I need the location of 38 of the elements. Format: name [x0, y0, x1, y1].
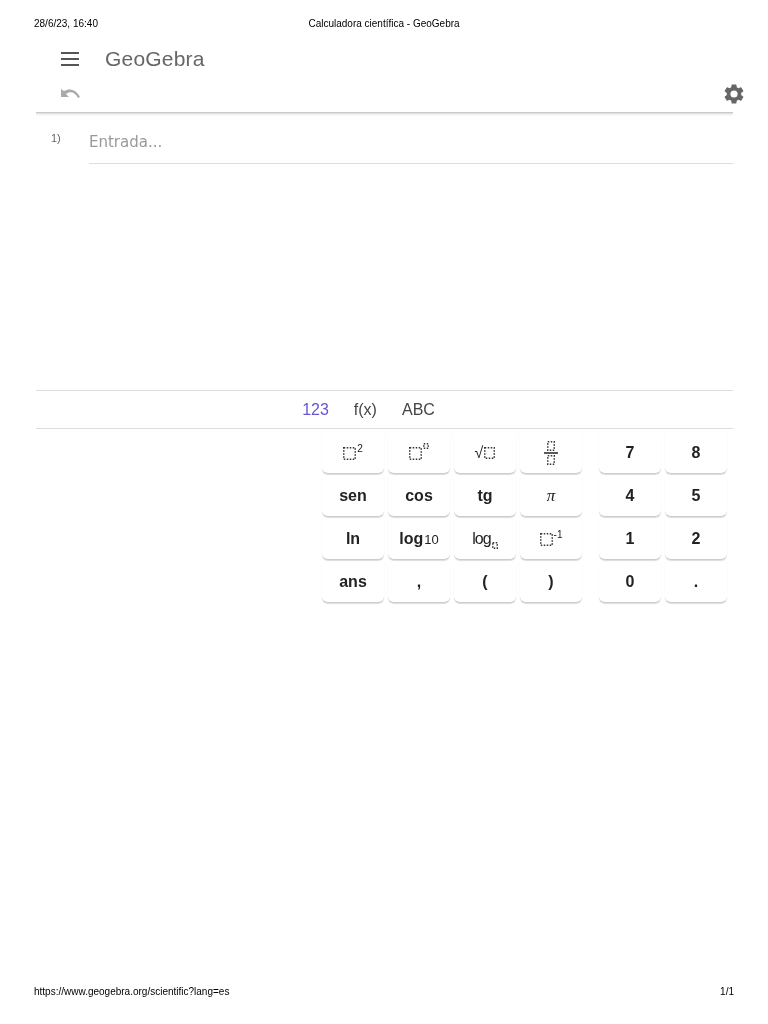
dotted-box-icon — [539, 532, 553, 546]
keyboard-key[interactable]: 1 — [599, 519, 661, 560]
keyboard-key[interactable]: tg — [454, 476, 516, 517]
keyboard-key[interactable]: sen — [322, 476, 384, 517]
keyboard-key[interactable]: ( — [454, 562, 516, 603]
dotted-box-icon — [484, 447, 496, 459]
dotted-box-icon — [491, 542, 498, 549]
keyboard-key[interactable]: ans — [322, 562, 384, 603]
fraction-icon — [544, 441, 558, 465]
keyboard-key[interactable]: 2 — [665, 519, 727, 560]
dotted-box-icon — [343, 446, 357, 460]
keyboard-key[interactable]: 4 — [599, 476, 661, 517]
keyboard-key[interactable]: 8 — [665, 433, 727, 474]
keyboard-tab[interactable]: f(x) — [353, 400, 377, 419]
keyboard-key[interactable]: 2 — [322, 433, 384, 474]
menu-icon[interactable] — [61, 52, 79, 66]
keyboard-key[interactable]: 5 — [665, 476, 727, 517]
print-date: 28/6/23, 16:40 — [34, 18, 98, 29]
keyboard-key[interactable]: √ — [454, 433, 516, 474]
keyboard-key[interactable]: . — [665, 562, 727, 603]
keyboard-key[interactable]: , — [388, 562, 450, 603]
keyboard-key[interactable]: 0 — [599, 562, 661, 603]
keyboard-key[interactable]: -1 — [520, 519, 582, 560]
input-field[interactable]: Entrada... — [89, 130, 733, 164]
page-title: Calculadora científica - GeoGebra — [308, 18, 460, 29]
keyboard-key[interactable]: cos — [388, 476, 450, 517]
logo: GeoGebra — [105, 47, 205, 71]
keyboard-key[interactable]: ln — [322, 519, 384, 560]
keyboard-key[interactable]: log — [454, 519, 516, 560]
keyboard-key[interactable]: π — [520, 476, 582, 517]
page-url: https://www.geogebra.org/scientific?lang=es — [34, 986, 230, 999]
page-number: 1/1 — [720, 986, 734, 999]
keyboard-key[interactable]: ) — [520, 562, 582, 603]
keyboard-tab[interactable]: ABC — [401, 400, 435, 419]
settings-icon[interactable] — [724, 84, 744, 104]
keyboard-key[interactable]: 7 — [599, 433, 661, 474]
keyboard-tab[interactable]: 123 — [302, 400, 329, 419]
row-number: 1) — [51, 132, 61, 144]
